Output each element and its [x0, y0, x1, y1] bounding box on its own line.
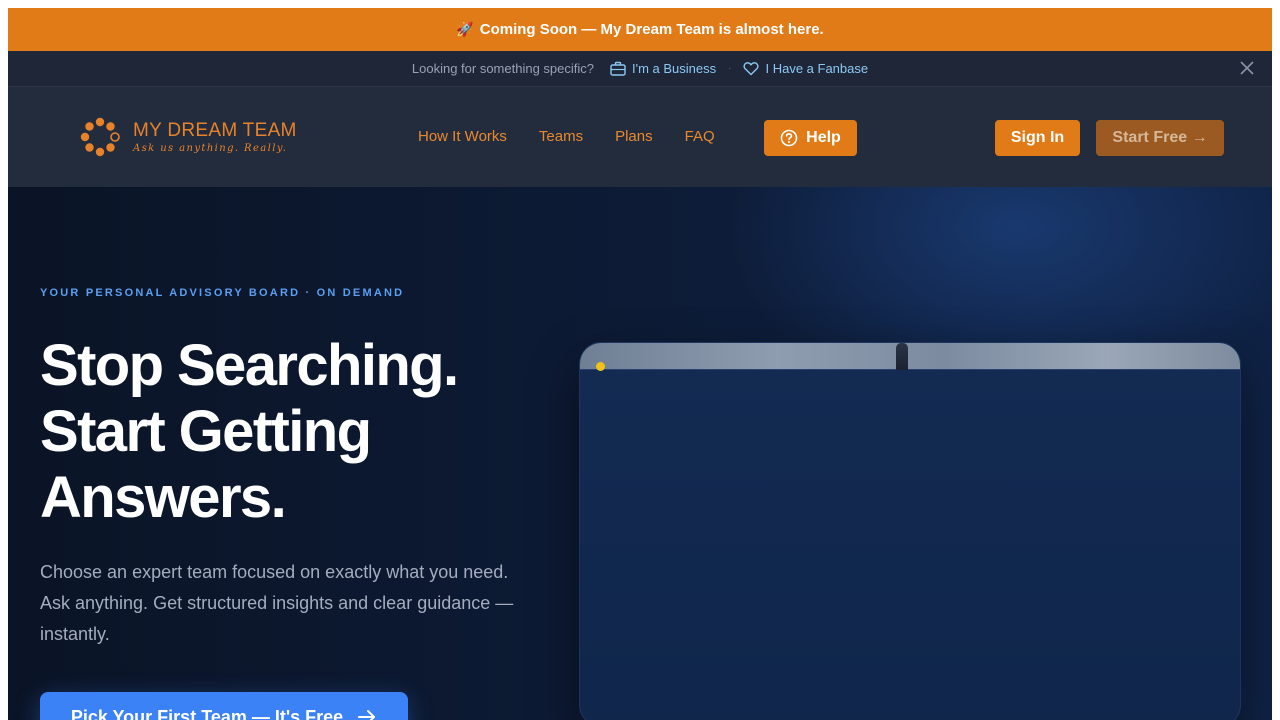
nav-link-faq[interactable]: FAQ [685, 127, 715, 147]
pick-first-team-button[interactable]: Pick Your First Team — It's Free [40, 692, 408, 720]
nav-menu: How It Works Teams Plans FAQ [418, 127, 715, 147]
logo-dots-icon [80, 117, 120, 157]
hero-eyebrow: YOUR PERSONAL ADVISORY BOARD · ON DEMAND [40, 287, 405, 299]
preview-body [580, 370, 1240, 720]
hero-section: YOUR PERSONAL ADVISORY BOARD · ON DEMAND… [8, 187, 1272, 720]
strip-separator: · [728, 63, 732, 74]
fanbase-link-label: I Have a Fanbase [765, 61, 869, 76]
logo[interactable]: MY DREAM TEAM Ask us anything. Really. [80, 117, 297, 157]
arrow-right-icon [358, 710, 376, 720]
logo-tagline: Ask us anything. Really. [133, 143, 288, 154]
nav-link-plans[interactable]: Plans [615, 127, 653, 147]
start-free-button[interactable]: Start Free → [1096, 120, 1224, 156]
logo-title: MY DREAM TEAM [133, 120, 297, 141]
nav-link-how-it-works[interactable]: How It Works [418, 127, 507, 147]
business-link-label: I'm a Business [632, 61, 717, 76]
page-frame: 🚀 Coming Soon — My Dream Team is almost … [8, 8, 1272, 720]
preview-image-strip [580, 343, 1240, 371]
banner-text: Coming Soon — My Dream Team is almost he… [479, 21, 824, 38]
strip-question: Looking for something specific? [411, 61, 594, 76]
main-nav: MY DREAM TEAM Ask us anything. Really. H… [8, 87, 1272, 187]
audience-strip: Looking for something specific? I'm a Bu… [8, 51, 1272, 87]
headline-line-3: Answers. [40, 465, 287, 530]
sign-in-button[interactable]: Sign In [995, 120, 1080, 156]
coming-soon-banner: 🚀 Coming Soon — My Dream Team is almost … [8, 8, 1272, 51]
hero-headline: Stop Searching. Start Getting Answers. [40, 333, 560, 531]
close-icon [1240, 61, 1254, 75]
help-button-label: Help [806, 129, 841, 146]
heart-icon [743, 62, 760, 76]
briefcase-icon [610, 61, 626, 76]
business-link[interactable]: I'm a Business [610, 61, 716, 76]
product-preview-card [579, 342, 1241, 720]
headline-line-1: Stop Searching. [40, 333, 459, 398]
hero-subtext: Choose an expert team focused on exactly… [40, 562, 514, 644]
cta-label: Pick Your First Team — It's Free [70, 706, 344, 720]
person-figure-icon [896, 343, 908, 370]
fanbase-link[interactable]: I Have a Fanbase [743, 61, 868, 76]
close-strip-button[interactable] [1238, 59, 1256, 77]
help-button[interactable]: Help [764, 120, 857, 156]
nav-link-teams[interactable]: Teams [539, 127, 583, 147]
headline-line-2: Start Getting [40, 399, 372, 464]
rocket-icon: 🚀 [456, 21, 474, 37]
help-circle-icon [780, 129, 798, 147]
